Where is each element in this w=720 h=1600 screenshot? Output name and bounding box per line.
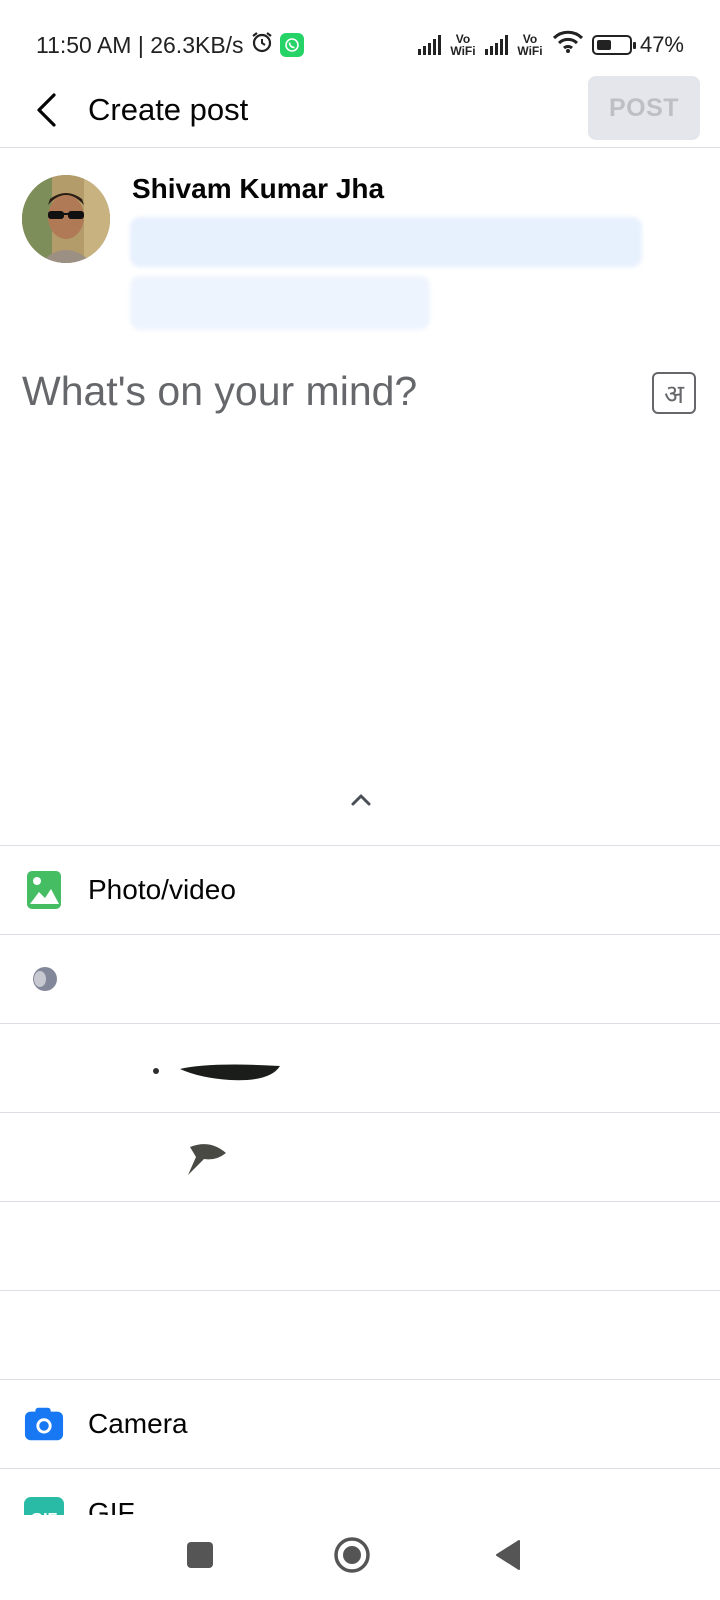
chevron-up-icon[interactable] [348, 790, 374, 810]
option-obscured[interactable] [0, 934, 720, 1023]
square-nav-icon[interactable] [178, 1533, 222, 1577]
option-camera[interactable]: Camera [0, 1379, 720, 1468]
option-label: Camera [88, 1408, 188, 1439]
status-left: 11:50 AM | 26.3KB/s [36, 30, 304, 60]
alarm-icon [250, 30, 274, 60]
album-selector-obscured[interactable] [130, 276, 430, 330]
whatsapp-icon [279, 33, 304, 57]
avatar [22, 175, 110, 263]
post-button[interactable]: POST [588, 76, 700, 140]
top-app-bar: Create post POST [0, 72, 720, 148]
circle-nav-icon[interactable] [330, 1533, 374, 1577]
option-photo-video[interactable]: Photo/video [0, 845, 720, 934]
option-obscured[interactable] [0, 1290, 720, 1379]
status-right: Vo WiFi Vo WiFi 47% [417, 30, 684, 60]
system-nav-bar [0, 1515, 720, 1600]
page-title: Create post [88, 92, 249, 127]
triangle-nav-icon[interactable] [486, 1533, 530, 1577]
battery-icon [591, 35, 636, 55]
back-button[interactable] [26, 88, 66, 132]
post-options-list: Photo/video Camera GIF GIF [0, 845, 720, 1528]
post-text-input[interactable]: What's on your mind? [22, 368, 417, 415]
vowifi-label: Vo WiFi [517, 32, 543, 58]
vowifi-label: Vo WiFi [450, 32, 476, 58]
option-obscured[interactable] [0, 1023, 720, 1112]
obscured-icon [24, 959, 64, 999]
signal-icon [484, 35, 508, 55]
back-arrow-icon [37, 93, 56, 127]
option-obscured[interactable] [0, 1201, 720, 1290]
audience-selector-obscured[interactable] [130, 217, 642, 267]
battery-percent: 47% [639, 32, 684, 57]
photo-video-icon [24, 870, 64, 910]
language-toggle-button[interactable]: अ [652, 372, 696, 414]
status-time-speed: 11:50 AM | 26.3KB/s [36, 31, 244, 58]
smudge-mark [150, 1054, 282, 1089]
wifi-icon [552, 30, 584, 60]
camera-icon [24, 1404, 64, 1444]
option-obscured[interactable] [0, 1112, 720, 1201]
option-label: Photo/video [88, 874, 236, 905]
smudge-mark [176, 1139, 230, 1184]
signal-icon [417, 35, 441, 55]
battery-fill [596, 40, 611, 50]
profile-name: Shivam Kumar Jha [132, 173, 385, 204]
